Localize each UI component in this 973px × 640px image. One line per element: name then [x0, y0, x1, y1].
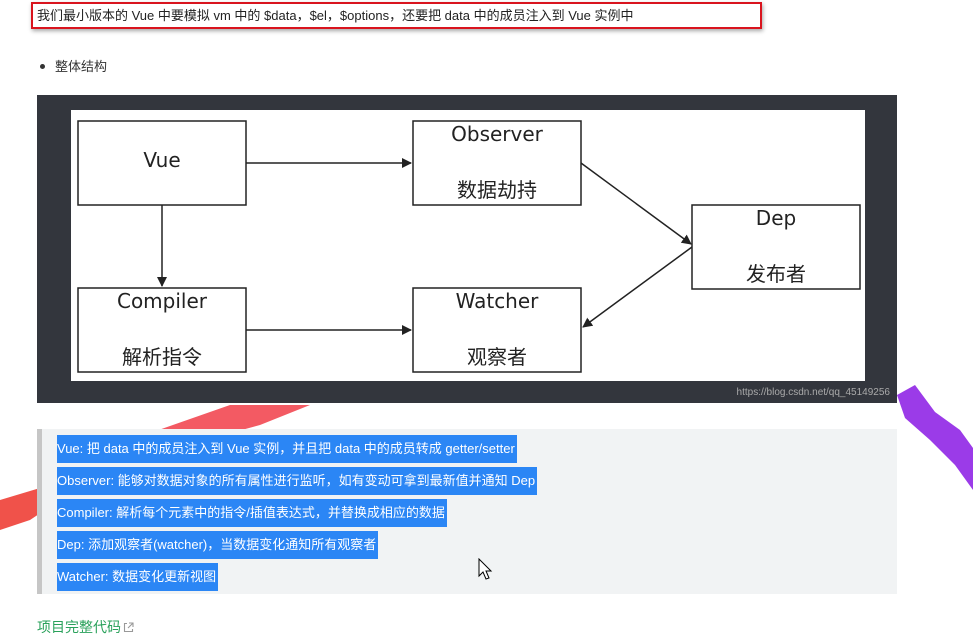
quote-line-observer[interactable]: Observer: 能够对数据对象的所有属性进行监听，如有变动可拿到最新值并通知… — [57, 467, 538, 495]
note-text: 我们最小版本的 Vue 中要模拟 vm 中的 $data，$el，$option… — [37, 8, 634, 23]
watcher-title: Watcher — [455, 289, 539, 313]
external-link-icon — [123, 622, 134, 633]
bullet-dot-icon — [40, 64, 45, 70]
compiler-title: Compiler — [116, 289, 208, 313]
quote-line-watcher[interactable]: Watcher: 数据变化更新视图 — [57, 563, 219, 591]
observer-title: Observer — [451, 122, 543, 146]
dep-subtitle: 发布者 — [746, 262, 806, 286]
watcher-subtitle: 观察者 — [467, 345, 527, 369]
mouse-cursor-icon — [478, 558, 493, 580]
quote-line-compiler[interactable]: Compiler: 解析每个元素中的指令/插值表达式，并替换成相应的数据 — [57, 499, 447, 527]
quote-line-dep[interactable]: Dep: 添加观察者(watcher)，当数据变化通知所有观察者 — [57, 531, 379, 559]
component-description-quote: Vue: 把 data 中的成员注入到 Vue 实例，并且把 data 中的成员… — [37, 429, 897, 594]
arrow-dep-to-watcher — [582, 246, 693, 328]
project-code-link[interactable]: 项目完整代码 — [37, 617, 134, 637]
arrow-observer-to-dep — [580, 162, 692, 245]
bullet-text: 整体结构 — [55, 59, 108, 74]
dep-title: Dep — [755, 206, 797, 230]
quote-line-vue[interactable]: Vue: 把 data 中的成员注入到 Vue 实例，并且把 data 中的成员… — [57, 435, 517, 463]
highlighted-note: 我们最小版本的 Vue 中要模拟 vm 中的 $data，$el，$option… — [31, 2, 762, 29]
bullet-item: 整体结构 — [40, 56, 107, 75]
diagram-canvas: Vue Observer 数据劫持 Dep 发布者 Compiler 解析指令 … — [71, 110, 865, 381]
image-watermark: https://blog.csdn.net/qq_45149256 — [736, 387, 890, 398]
purple-ribbon-right — [897, 385, 973, 490]
project-code-link-text[interactable]: 项目完整代码 — [37, 619, 121, 635]
observer-subtitle: 数据劫持 — [457, 178, 537, 202]
compiler-subtitle: 解析指令 — [122, 345, 202, 369]
architecture-diagram-image: Vue Observer 数据劫持 Dep 发布者 Compiler 解析指令 … — [37, 95, 897, 403]
vue-title: Vue — [143, 148, 181, 172]
